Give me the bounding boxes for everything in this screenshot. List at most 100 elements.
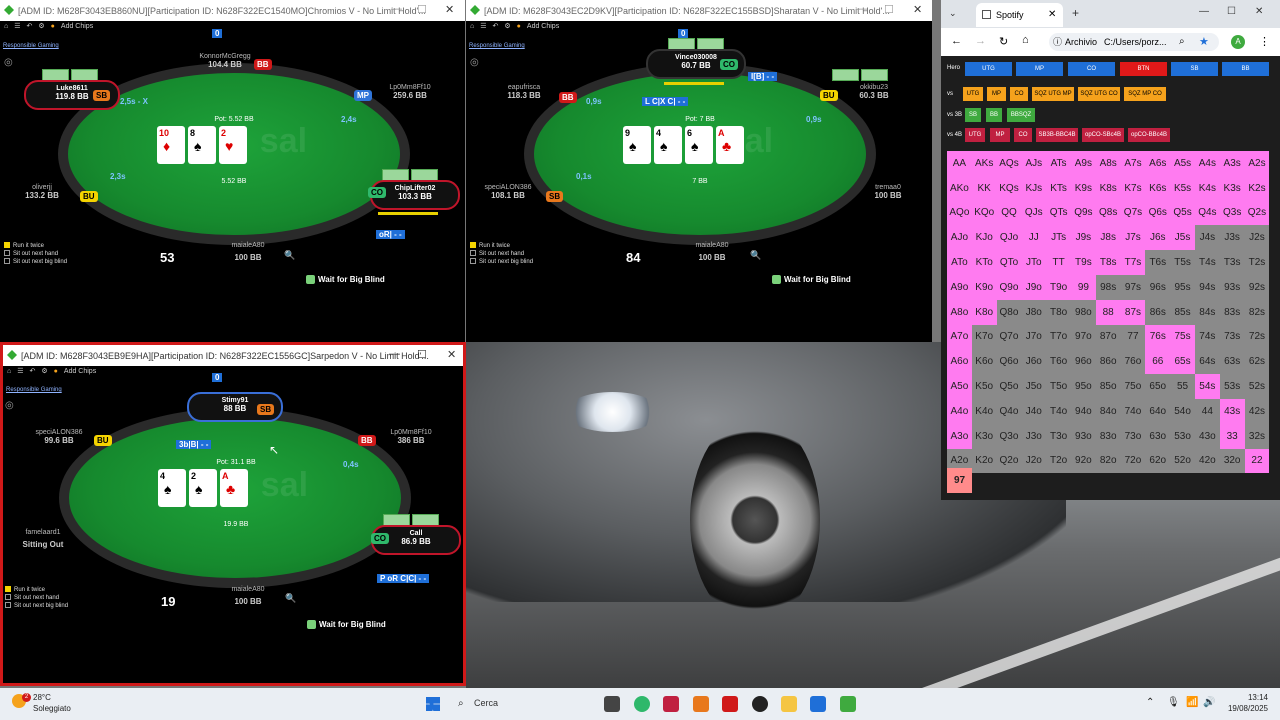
range-cell[interactable]: 66 bbox=[1145, 349, 1171, 375]
wifi-icon[interactable]: 📶 bbox=[1186, 697, 1198, 708]
range-cell[interactable]: Q3s bbox=[1219, 200, 1245, 226]
range-cell[interactable]: 63s bbox=[1219, 349, 1245, 375]
range-cell[interactable]: A9o bbox=[947, 274, 972, 300]
vs4b-opco-sbc4b-button[interactable]: opCO-SBc4B bbox=[1082, 128, 1124, 142]
menu-icon[interactable]: ☰ bbox=[14, 22, 20, 30]
search-icon[interactable]: 🔍 bbox=[285, 593, 296, 604]
close-icon[interactable]: ✕ bbox=[447, 348, 456, 361]
chrome-icon[interactable] bbox=[634, 696, 650, 712]
vs-utg-button[interactable]: UTG bbox=[963, 87, 983, 101]
range-cell[interactable]: A4o bbox=[947, 398, 972, 424]
range-cell[interactable]: 54o bbox=[1170, 398, 1195, 424]
window-title-bar[interactable]: [ADM ID: M628F3043EB9E9HA][Participation… bbox=[3, 345, 463, 366]
seat-hero[interactable]: maialeA80 100 BB bbox=[208, 586, 288, 606]
range-cell[interactable]: T9o bbox=[1046, 274, 1071, 300]
range-cell[interactable]: 52o bbox=[1170, 448, 1195, 474]
range-cell[interactable]: AKo bbox=[947, 175, 972, 201]
range-cell[interactable]: 62s bbox=[1244, 349, 1270, 375]
vs-co-button[interactable]: CO bbox=[1010, 87, 1028, 101]
range-cell[interactable]: 85s bbox=[1170, 299, 1195, 325]
range-cell[interactable]: 65o bbox=[1145, 374, 1171, 399]
range-cell[interactable]: AKs bbox=[971, 151, 997, 176]
maximize-icon[interactable]: ☐ bbox=[417, 3, 427, 16]
range-cell[interactable]: J4o bbox=[1021, 398, 1047, 424]
hero-utg-button[interactable]: UTG bbox=[965, 62, 1012, 76]
range-cell[interactable]: Q8s bbox=[1095, 200, 1121, 226]
range-cell[interactable]: 73s bbox=[1219, 324, 1245, 350]
range-cell[interactable]: J7s bbox=[1120, 225, 1146, 251]
app-icon-red[interactable] bbox=[722, 696, 738, 712]
range-cell[interactable]: J5o bbox=[1021, 374, 1047, 399]
range-cell[interactable]: JJ bbox=[1021, 225, 1047, 251]
undo-icon[interactable]: ↶ bbox=[27, 22, 33, 30]
range-cell[interactable]: 74o bbox=[1120, 398, 1146, 424]
range-cell[interactable]: 62o bbox=[1145, 448, 1171, 474]
clock-date[interactable]: 19/08/2025 bbox=[1222, 704, 1268, 713]
seat-top-left[interactable]: eapufrisca 118.3 BB bbox=[484, 84, 564, 100]
range-cell[interactable]: JTo bbox=[1021, 250, 1047, 275]
range-cell[interactable]: KK bbox=[971, 175, 997, 201]
range-cell[interactable]: Q3o bbox=[996, 423, 1022, 449]
range-cell[interactable]: Q2o bbox=[996, 448, 1022, 474]
coins-icon[interactable]: ● bbox=[517, 23, 521, 30]
range-cell[interactable]: Q9o bbox=[996, 274, 1022, 300]
range-cell[interactable]: Q5o bbox=[996, 374, 1022, 399]
range-cell[interactable]: A6s bbox=[1145, 151, 1171, 176]
range-cell[interactable]: 82o bbox=[1095, 448, 1121, 474]
add-chips-button[interactable]: Add Chips bbox=[64, 368, 96, 375]
range-cell[interactable]: T9s bbox=[1070, 250, 1096, 275]
range-cell[interactable]: 22 bbox=[1244, 448, 1270, 474]
info-icon[interactable]: ◎ bbox=[5, 400, 14, 411]
range-cell[interactable]: K8o bbox=[971, 299, 997, 325]
vs3b-sb-button[interactable]: SB bbox=[965, 108, 981, 122]
range-cell[interactable]: J3o bbox=[1021, 423, 1047, 449]
run-it-twice-checkbox[interactable]: Run it twice bbox=[470, 242, 533, 250]
range-cell[interactable]: Q4o bbox=[996, 398, 1022, 424]
hero-sb-button[interactable]: SB bbox=[1171, 62, 1218, 76]
vs3b-bbsqz-button[interactable]: BBSQZ bbox=[1007, 108, 1035, 122]
range-cell[interactable]: T6s bbox=[1145, 250, 1171, 275]
back-icon[interactable]: ← bbox=[951, 35, 962, 47]
home-icon[interactable]: ⌂ bbox=[470, 23, 474, 30]
range-cell[interactable]: 44 bbox=[1194, 398, 1220, 424]
range-cell[interactable]: K9o bbox=[971, 274, 997, 300]
range-cell[interactable]: K7o bbox=[971, 324, 997, 350]
range-cell[interactable]: QJs bbox=[1021, 200, 1047, 226]
range-cell[interactable]: 95o bbox=[1070, 374, 1096, 399]
taskbar-search[interactable]: Cerca bbox=[474, 698, 498, 708]
range-cell[interactable]: 92o bbox=[1070, 448, 1096, 474]
weather-temperature[interactable]: 28°C bbox=[33, 693, 51, 702]
range-cell[interactable]: TT bbox=[1046, 250, 1071, 275]
menu-icon[interactable]: ☰ bbox=[480, 22, 486, 30]
start-windows-icon[interactable] bbox=[426, 697, 440, 711]
vs-sqz-mp-co-button[interactable]: SQZ MP CO bbox=[1124, 87, 1166, 101]
range-cell[interactable]: Q7s bbox=[1120, 200, 1146, 226]
range-cell[interactable]: J6s bbox=[1145, 225, 1171, 251]
range-cell[interactable]: KJo bbox=[971, 225, 997, 251]
range-cell[interactable]: QTo bbox=[996, 250, 1022, 275]
add-chips-button[interactable]: Add Chips bbox=[527, 23, 559, 30]
range-cell[interactable]: 43s bbox=[1219, 398, 1245, 424]
maximize-icon[interactable]: ☐ bbox=[884, 3, 894, 16]
range-cell[interactable]: J6o bbox=[1021, 349, 1047, 375]
range-cell[interactable]: 87o bbox=[1095, 324, 1121, 350]
seat-bottom-right[interactable]: tremaa0 100 BB bbox=[848, 184, 928, 200]
sit-out-next-hand-checkbox[interactable]: Sit out next hand bbox=[470, 250, 533, 258]
range-cell[interactable]: A8s bbox=[1095, 151, 1121, 176]
sit-out-big-blind-checkbox[interactable]: Sit out next big blind bbox=[5, 602, 68, 610]
range-cell[interactable]: T8s bbox=[1095, 250, 1121, 275]
range-cell[interactable]: A9s bbox=[1070, 151, 1096, 176]
range-cell[interactable]: 94o bbox=[1070, 398, 1096, 424]
range-cell[interactable]: T6o bbox=[1046, 349, 1071, 375]
maximize-icon[interactable]: ☐ bbox=[1227, 6, 1236, 17]
hero-btn-button[interactable]: BTN bbox=[1120, 62, 1167, 76]
minimize-icon[interactable]: — bbox=[389, 348, 400, 360]
range-cell[interactable]: 63o bbox=[1145, 423, 1171, 449]
coins-icon[interactable]: ● bbox=[51, 23, 55, 30]
weather-condition[interactable]: Soleggiato bbox=[33, 704, 71, 713]
more-menu-icon[interactable]: ⋮ bbox=[1259, 35, 1270, 48]
wait-for-big-blind-checkbox[interactable]: Wait for Big Blind bbox=[772, 275, 851, 285]
poker-app-icon[interactable] bbox=[663, 696, 679, 712]
range-cell[interactable]: K6s bbox=[1145, 175, 1171, 201]
range-cell[interactable]: J5s bbox=[1170, 225, 1195, 251]
